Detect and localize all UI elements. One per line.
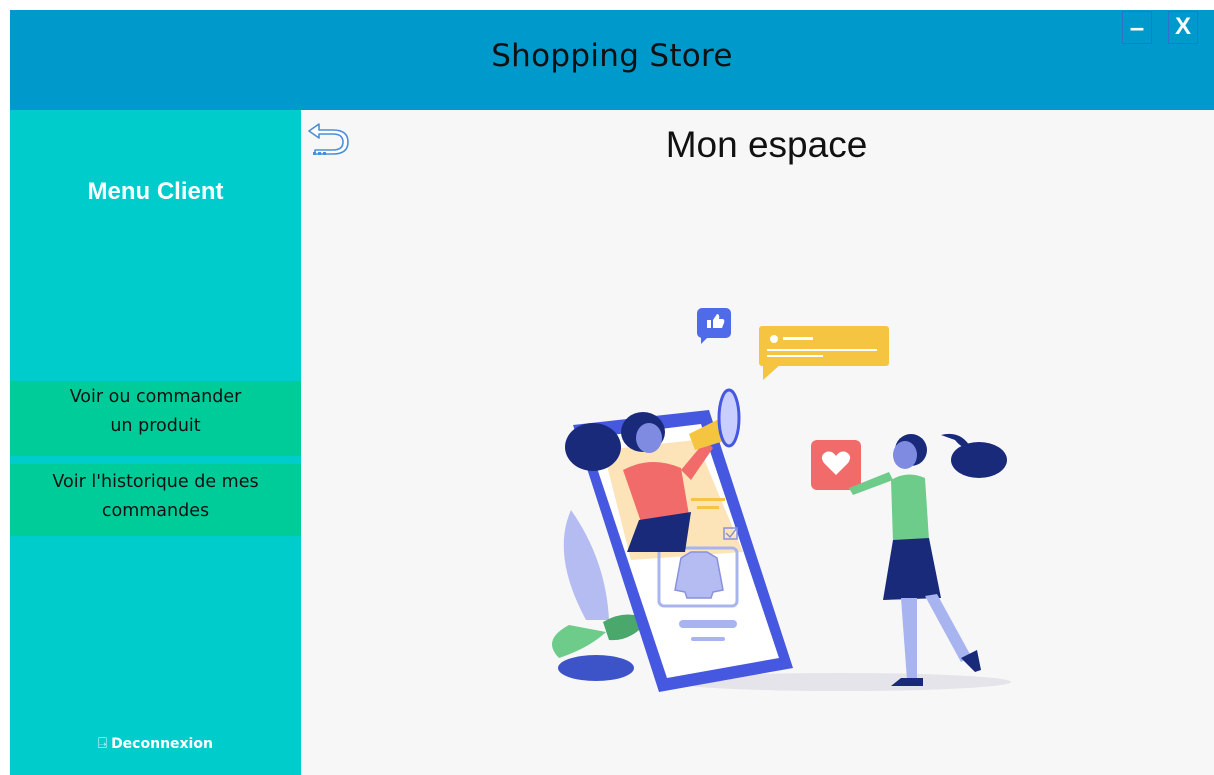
title-bar: Shopping Store – X	[10, 10, 1214, 110]
menu-item-label: Voir ou commander	[69, 387, 242, 407]
app-title: Shopping Store	[491, 38, 733, 74]
online-shopping-illustration	[551, 308, 1011, 692]
page-title: Mon espace	[665, 124, 868, 165]
logout-icon: ⍈	[98, 734, 108, 752]
logout-button[interactable]: ⍈ Deconnexion	[10, 734, 301, 752]
main-content: Mon espace	[301, 110, 1214, 775]
menu-item-label: Voir l'historique de mes	[52, 472, 259, 492]
menu-item-products[interactable]: Voir ou commander un produit	[10, 381, 301, 456]
close-button[interactable]: X	[1168, 11, 1198, 44]
menu-item-history[interactable]: Voir l'historique de mes commandes	[10, 464, 301, 536]
menu-item-label: commandes	[101, 501, 210, 521]
menu-item-label: un produit	[110, 416, 201, 436]
app-window: Shopping Store – X Menu Client Voir ou c…	[10, 10, 1214, 775]
logout-label: Deconnexion	[111, 736, 213, 752]
menu-title: Menu Client	[87, 178, 224, 205]
sidebar: Menu Client Voir ou commander un produit…	[10, 110, 301, 775]
minimize-button[interactable]: –	[1122, 11, 1152, 44]
